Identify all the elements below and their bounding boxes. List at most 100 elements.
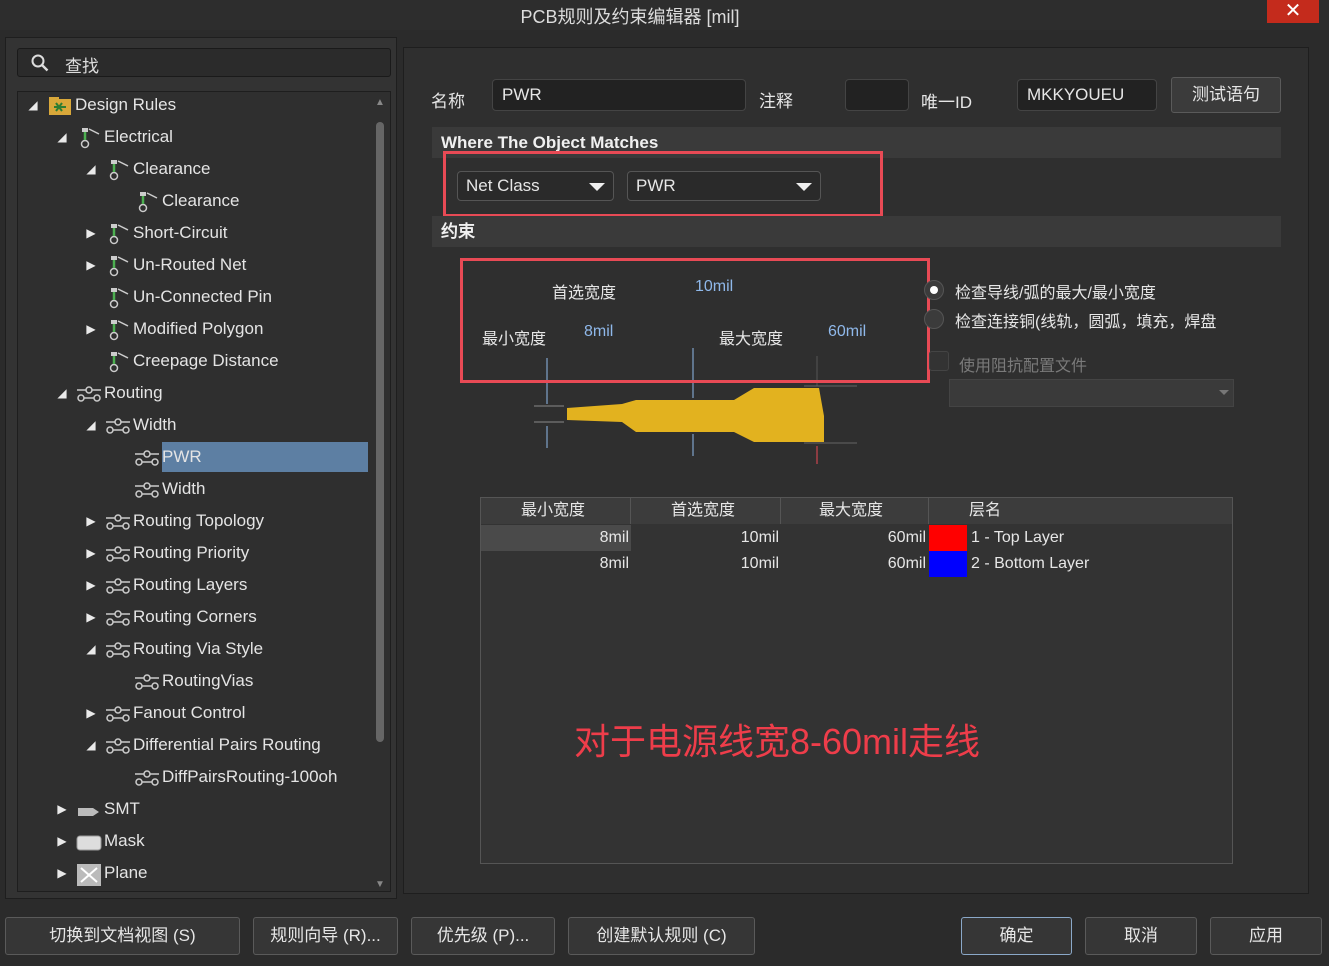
tree-item[interactable]: ◢ Electrical — [18, 122, 368, 152]
layer-color-swatch — [929, 551, 967, 577]
unique-id-field[interactable]: MKKYOUEU — [1017, 79, 1157, 111]
priorities-button[interactable]: 优先级 (P)... — [411, 917, 555, 955]
tree-item[interactable]: RoutingVias — [18, 666, 368, 696]
electrical-icon — [104, 286, 132, 310]
expand-arrow-icon[interactable]: ▶ — [84, 570, 98, 600]
collapse-arrow-icon[interactable]: ◢ — [84, 730, 98, 760]
column-header[interactable]: 首选宽度 — [631, 498, 781, 524]
tree-item[interactable]: ◢ Clearance — [18, 154, 368, 184]
tree-item[interactable]: ▶ Short-Circuit — [18, 218, 368, 248]
max-width-cell[interactable]: 60mil — [781, 525, 928, 551]
tree-item[interactable]: ▶ Routing Priority — [18, 538, 368, 568]
expand-arrow-icon[interactable]: ▶ — [84, 218, 98, 248]
tree-item[interactable]: ◢ Width — [18, 410, 368, 440]
collapse-arrow-icon[interactable]: ◢ — [55, 378, 69, 408]
tree-item[interactable]: ◢ Design Rules — [18, 92, 368, 120]
tree-scrollbar[interactable]: ▲ ▼ — [375, 98, 385, 890]
switch-document-view-button[interactable]: 切换到文档视图 (S) — [5, 917, 240, 955]
min-width-value[interactable]: 8mil — [584, 323, 613, 341]
routing-icon — [104, 638, 132, 662]
tree-item-label: Width — [162, 479, 206, 498]
rules-tree: ▲ ▼ ◢ Design Rules ◢ Electrical ◢ Clearance Cl… — [17, 91, 391, 892]
tree-item[interactable]: Clearance — [18, 186, 368, 216]
tree-item[interactable]: ◢ Routing — [18, 378, 368, 408]
expand-arrow-icon[interactable]: ▶ — [55, 826, 69, 856]
expand-arrow-icon[interactable]: ▶ — [84, 506, 98, 536]
scroll-thumb[interactable] — [376, 122, 384, 742]
electrical-icon — [75, 126, 103, 150]
scroll-up-icon[interactable]: ▲ — [373, 98, 387, 108]
check-trace-width-radio[interactable] — [924, 280, 944, 300]
max-width-value[interactable]: 60mil — [828, 323, 866, 341]
layer-color-swatch — [929, 525, 967, 551]
routing-icon — [104, 414, 132, 438]
ok-button[interactable]: 确定 — [961, 917, 1072, 955]
electrical-icon — [133, 190, 161, 214]
name-field[interactable]: PWR — [492, 79, 746, 111]
comment-field[interactable] — [845, 79, 909, 111]
tree-item[interactable]: ▶ Mask — [18, 826, 368, 856]
tree-item[interactable]: ▶ Un-Routed Net — [18, 250, 368, 280]
column-header[interactable]: 最大宽度 — [781, 498, 929, 524]
create-default-rules-button[interactable]: 创建默认规则 (C) — [568, 917, 755, 955]
preferred-width-value[interactable]: 10mil — [695, 278, 733, 296]
max-width-cell[interactable]: 60mil — [781, 551, 928, 577]
expand-arrow-icon[interactable]: ▶ — [84, 538, 98, 568]
tree-item-label: Un-Connected Pin — [133, 287, 272, 306]
expand-arrow-icon[interactable]: ▶ — [84, 314, 98, 344]
collapse-arrow-icon[interactable]: ◢ — [55, 122, 69, 152]
impedance-profile-dropdown[interactable] — [949, 379, 1234, 407]
preferred-width-cell[interactable]: 10mil — [631, 525, 781, 551]
tree-item[interactable]: ▶ Routing Layers — [18, 570, 368, 600]
test-query-button[interactable]: 测试语句 — [1171, 77, 1281, 113]
scroll-down-icon[interactable]: ▼ — [373, 880, 387, 890]
layer-name-cell: 2 - Bottom Layer — [971, 555, 1090, 572]
tree-item-label: DiffPairsRouting-100oh — [162, 767, 338, 786]
layer-width-table: 最小宽度 首选宽度 最大宽度 层名 8mil 10mil 60mil 1 - T… — [480, 497, 1233, 864]
expand-arrow-icon[interactable]: ▶ — [84, 250, 98, 280]
check-copper-radio[interactable] — [924, 309, 944, 329]
tree-item-label: Routing Topology — [133, 511, 265, 530]
collapse-arrow-icon[interactable]: ◢ — [84, 410, 98, 440]
rule-wizard-button[interactable]: 规则向导 (R)... — [253, 917, 398, 955]
tree-item[interactable]: ▶ Fanout Control — [18, 698, 368, 728]
tree-item[interactable]: ▶ Routing Topology — [18, 506, 368, 536]
tree-item[interactable]: Creepage Distance — [18, 346, 368, 376]
check-copper-label: 检查连接铜(线轨，圆弧，填充，焊盘 — [955, 314, 1217, 331]
cancel-button[interactable]: 取消 — [1085, 917, 1197, 955]
table-row[interactable]: 8mil 10mil 60mil 1 - Top Layer — [481, 525, 1232, 551]
impedance-profile-checkbox[interactable] — [929, 351, 949, 371]
tree-item-label: Clearance — [133, 159, 211, 178]
tree-item[interactable]: ▶ SMT — [18, 794, 368, 824]
tree-item[interactable]: Width — [18, 474, 368, 504]
min-width-cell[interactable]: 8mil — [481, 525, 631, 551]
tree-item[interactable]: ◢ Differential Pairs Routing — [18, 730, 368, 760]
min-width-cell[interactable]: 8mil — [481, 551, 631, 577]
routing-icon — [75, 382, 103, 406]
collapse-arrow-icon[interactable]: ◢ — [84, 634, 98, 664]
expand-arrow-icon[interactable]: ▶ — [55, 794, 69, 824]
column-header[interactable]: 层名 — [929, 498, 1232, 524]
expand-arrow-icon[interactable]: ▶ — [55, 858, 69, 888]
tree-item[interactable]: DiffPairsRouting-100oh — [18, 762, 368, 792]
tree-item[interactable]: ▶ Routing Corners — [18, 602, 368, 632]
tree-item[interactable]: PWR — [18, 442, 368, 472]
search-input[interactable]: 查找 — [17, 48, 391, 77]
expand-arrow-icon[interactable]: ▶ — [84, 698, 98, 728]
collapse-arrow-icon[interactable]: ◢ — [26, 92, 40, 120]
tree-item[interactable]: ◢ Routing Via Style — [18, 634, 368, 664]
min-width-label: 最小宽度 — [482, 331, 547, 348]
expand-arrow-icon[interactable]: ▶ — [84, 602, 98, 632]
preferred-width-cell[interactable]: 10mil — [631, 551, 781, 577]
tree-item[interactable]: ▶ Modified Polygon — [18, 314, 368, 344]
annotation-text: 对于电源线宽8-60mil走线 — [574, 721, 981, 762]
column-header[interactable]: 最小宽度 — [481, 498, 631, 524]
tree-item-label: Clearance — [162, 191, 240, 210]
apply-button[interactable]: 应用 — [1210, 917, 1322, 955]
close-button[interactable]: ✕ — [1267, 0, 1319, 23]
tree-item[interactable]: ▶ Plane — [18, 858, 368, 888]
tree-item[interactable]: Un-Connected Pin — [18, 282, 368, 312]
mask-icon — [75, 830, 103, 854]
collapse-arrow-icon[interactable]: ◢ — [84, 154, 98, 184]
table-row[interactable]: 8mil 10mil 60mil 2 - Bottom Layer — [481, 551, 1232, 577]
